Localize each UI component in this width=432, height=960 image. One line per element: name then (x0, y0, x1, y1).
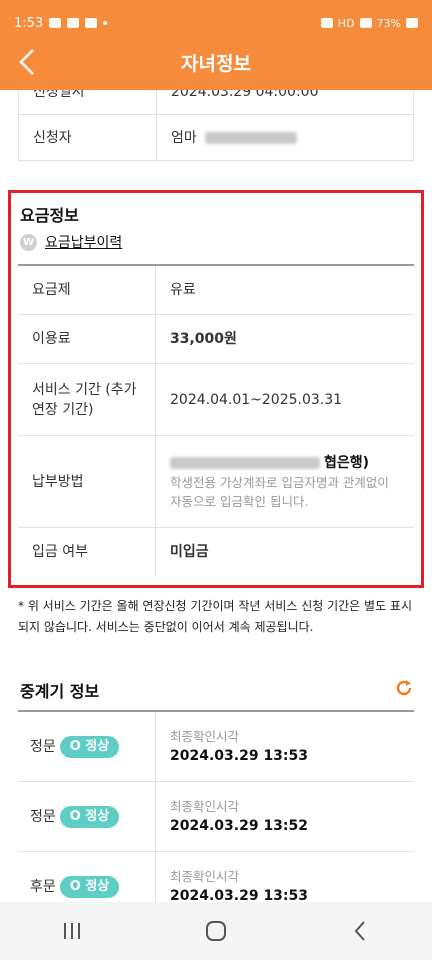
table-row: 신청자 엄마 (19, 115, 413, 160)
battery-level: 73% (376, 16, 401, 30)
refresh-button[interactable] (390, 674, 418, 702)
relay-location: 후문 (30, 878, 56, 895)
service-period-note: * 위 서비스 기간은 올해 연장신청 기간이며 작년 서비스 신청 기간은 별… (18, 599, 413, 634)
won-icon: W (20, 233, 37, 251)
table-row: 신청일시 2024.03.29 04:00:00 (19, 90, 413, 115)
last-check-caption: 최종확인시각 (170, 729, 240, 744)
fee-section-title: 요금정보 (20, 206, 79, 225)
fee-amount: 33,000원 (170, 331, 237, 347)
applicant-name: 엄마 (171, 129, 197, 146)
status-time: 1:53 (14, 15, 44, 31)
fee-table: 요금제 유료 이용료 33,000원 서비스 기간 (추가 연장 기간) 202… (18, 264, 414, 576)
signal-icon (359, 18, 372, 28)
table-row: 납부방법 협은행) 학생전용 가상계좌로 입금자명과 관계없이 자동으로 입금확… (18, 436, 414, 528)
payment-status: 미입금 (170, 544, 209, 560)
bank-suffix: 협은행) (324, 454, 370, 471)
app-header: 자녀정보 (0, 34, 432, 90)
table-row: 서비스 기간 (추가 연장 기간) 2024.04.01~2025.03.31 (18, 364, 414, 436)
applicant-card: 신청일시 2024.03.29 04:00:00 신청자 엄마 (18, 90, 414, 161)
service-period: 2024.04.01~2025.03.31 (170, 391, 343, 408)
row-label: 납부방법 (18, 436, 156, 527)
alarm-icon (320, 18, 333, 28)
table-row: 요금제 유료 (18, 266, 414, 315)
status-badge: O 정상 (59, 805, 120, 828)
more-notifications-icon (103, 21, 108, 25)
last-check-caption: 최종확인시각 (170, 799, 240, 814)
recent-apps-button[interactable] (42, 911, 102, 951)
row-label: 이용료 (18, 315, 156, 363)
row-label: 입금 여부 (18, 528, 156, 576)
system-back-button[interactable] (330, 911, 390, 951)
recent-apps-icon (64, 923, 80, 939)
status-badge: O 정상 (59, 735, 120, 758)
payment-history-link[interactable]: W 요금납부이력 (20, 232, 122, 252)
table-row: 후문 O 정상 최종확인시각 2024.03.29 13:53 (18, 852, 414, 902)
relay-location: 정문 (30, 738, 56, 755)
relay-table: 정문 O 정상 최종확인시각 2024.03.29 13:53 정문 O 정상 … (18, 710, 414, 902)
table-row: 정문 O 정상 최종확인시각 2024.03.29 13:52 (18, 782, 414, 852)
payment-method-note: 학생전용 가상계좌로 입금자명과 관계없이 자동으로 입금확인 됩니다. (170, 474, 389, 509)
row-label: 신청자 (19, 115, 157, 160)
row-label: 서비스 기간 (추가 연장 기간) (18, 364, 156, 435)
network-label: HD (337, 16, 355, 30)
chevron-left-icon (19, 49, 34, 75)
talk-icon (85, 18, 98, 28)
table-row: 입금 여부 미입금 (18, 528, 414, 576)
payment-history-label: 요금납부이력 (45, 235, 123, 251)
relay-section-title: 중계기 정보 (20, 682, 100, 701)
redacted-account (170, 456, 320, 469)
back-icon (354, 921, 365, 941)
status-badge: O 정상 (59, 875, 120, 898)
row-label: 요금제 (18, 266, 156, 314)
system-nav-bar (0, 902, 432, 960)
page-title: 자녀정보 (181, 52, 251, 75)
gallery-icon (67, 18, 80, 28)
last-check-time: 2024.03.29 13:53 (170, 748, 309, 764)
table-row: 이용료 33,000원 (18, 315, 414, 364)
last-check-time: 2024.03.29 13:52 (170, 818, 309, 834)
table-row: 정문 O 정상 최종확인시각 2024.03.29 13:53 (18, 712, 414, 782)
row-value: 유료 (170, 282, 196, 298)
home-button[interactable] (186, 911, 246, 951)
redacted-text (204, 131, 297, 144)
notification-icon (49, 18, 62, 28)
refresh-icon (396, 680, 412, 696)
battery-icon (406, 18, 418, 28)
last-check-time: 2024.03.29 13:53 (170, 888, 309, 902)
row-value: 2024.03.29 04:00:00 (171, 90, 319, 100)
scroll-content[interactable]: 신청일시 2024.03.29 04:00:00 신청자 엄마 요금정보 W 요… (0, 90, 432, 902)
row-label: 신청일시 (19, 90, 157, 114)
home-icon (206, 921, 226, 941)
relay-location: 정문 (30, 808, 56, 825)
back-button[interactable] (10, 44, 44, 80)
last-check-caption: 최종확인시각 (170, 869, 240, 884)
